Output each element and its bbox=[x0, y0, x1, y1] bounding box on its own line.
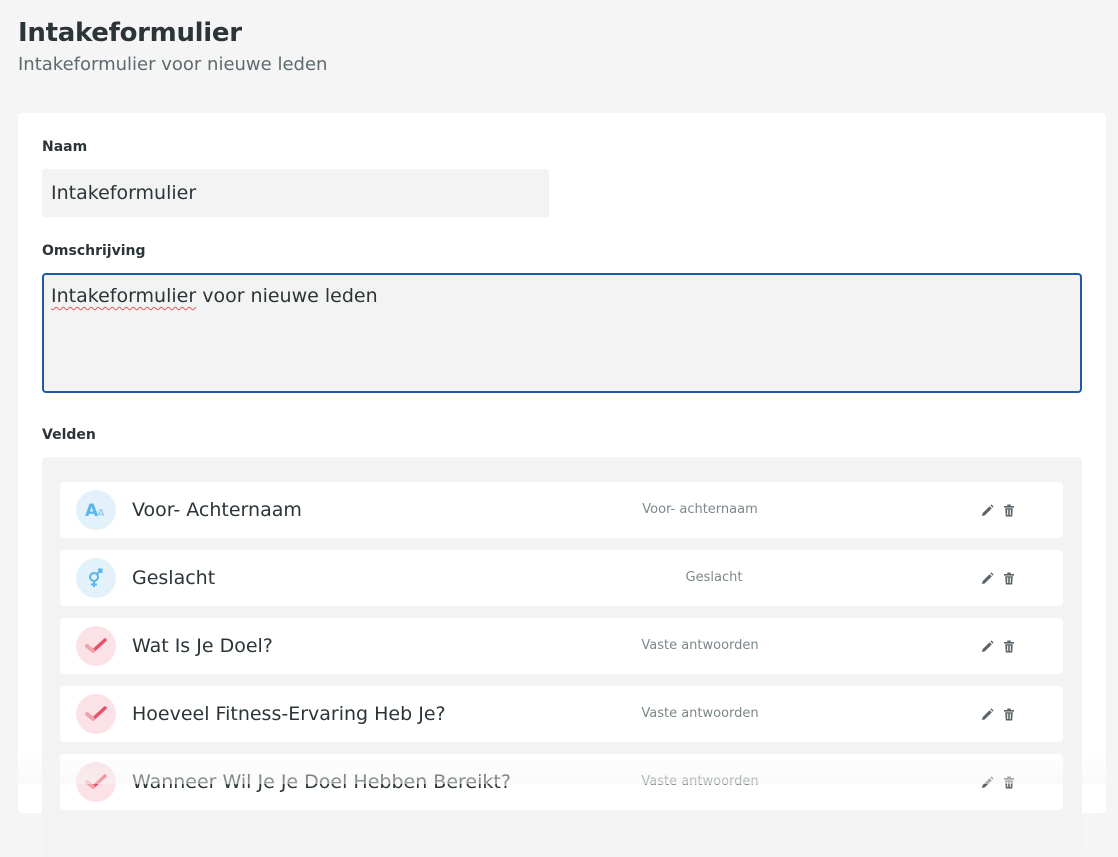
field-title: Hoeveel Fitness-Ervaring Heb Je? bbox=[132, 703, 446, 725]
fields-label: Velden bbox=[42, 427, 96, 443]
field-type: Vaste antwoorden bbox=[641, 638, 759, 653]
field-row[interactable]: Hoeveel Fitness-Ervaring Heb Je? Vaste a… bbox=[60, 686, 1063, 742]
field-type: Vaste antwoorden bbox=[641, 706, 759, 721]
name-label: Naam bbox=[42, 139, 88, 155]
trash-icon[interactable] bbox=[1001, 638, 1017, 654]
field-row[interactable]: Geslacht Geslacht bbox=[60, 550, 1063, 606]
form-card: Naam Intakeformulier Omschrijving Intake… bbox=[18, 113, 1106, 857]
page-title: Intakeformulier bbox=[18, 18, 242, 48]
checkmark-icon bbox=[76, 762, 116, 802]
trash-icon[interactable] bbox=[1001, 774, 1017, 790]
checkmark-icon bbox=[76, 694, 116, 734]
page-header: Intakeformulier Intakeformulier voor nie… bbox=[18, 14, 327, 77]
trash-icon[interactable] bbox=[1001, 502, 1017, 518]
field-type: Geslacht bbox=[685, 570, 743, 585]
description-label: Omschrijving bbox=[42, 243, 146, 259]
page-subtitle: Intakeformulier voor nieuwe leden bbox=[18, 54, 328, 75]
field-title: Wat Is Je Doel? bbox=[132, 635, 273, 657]
gender-icon bbox=[76, 558, 116, 598]
pencil-icon[interactable] bbox=[979, 570, 995, 586]
field-title: Voor- Achternaam bbox=[132, 499, 302, 521]
checkmark-icon bbox=[76, 626, 116, 666]
pencil-icon[interactable] bbox=[979, 706, 995, 722]
field-row[interactable]: AA Voor- Achternaam Voor- achternaam bbox=[60, 482, 1063, 538]
field-row[interactable]: Wat Is Je Doel? Vaste antwoorden bbox=[60, 618, 1063, 674]
field-title: Geslacht bbox=[132, 567, 216, 589]
name-input[interactable]: Intakeformulier bbox=[42, 169, 549, 217]
pencil-icon[interactable] bbox=[979, 638, 995, 654]
field-type: Voor- achternaam bbox=[642, 502, 758, 517]
description-textarea[interactable]: Intakeformulier voor nieuwe leden bbox=[42, 273, 1082, 393]
fields-list: AA Voor- Achternaam Voor- achternaam Ges… bbox=[42, 457, 1082, 857]
svg-text:A: A bbox=[97, 508, 105, 519]
pencil-icon[interactable] bbox=[979, 502, 995, 518]
description-misspelled-word: Intakeformulier bbox=[51, 285, 197, 307]
trash-icon[interactable] bbox=[1001, 570, 1017, 586]
text-size-icon: AA bbox=[76, 490, 116, 530]
description-text: voor nieuwe leden bbox=[196, 285, 378, 307]
pencil-icon[interactable] bbox=[979, 774, 995, 790]
trash-icon[interactable] bbox=[1001, 706, 1017, 722]
field-type: Vaste antwoorden bbox=[641, 774, 759, 789]
field-title: Wanneer Wil Je Je Doel Hebben Bereikt? bbox=[132, 771, 511, 793]
field-row[interactable]: Wanneer Wil Je Je Doel Hebben Bereikt? V… bbox=[60, 754, 1063, 810]
